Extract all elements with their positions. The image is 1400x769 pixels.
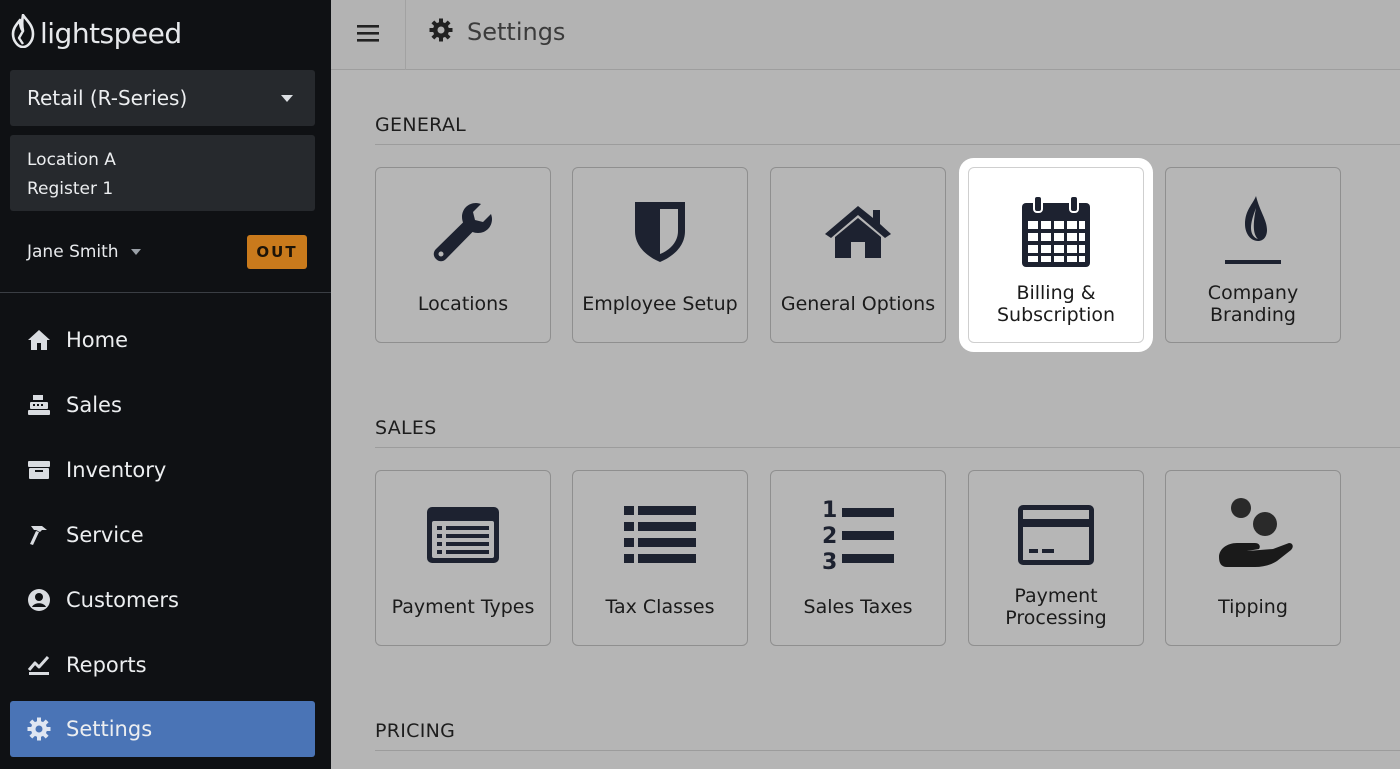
product-select[interactable]: Retail (R-Series) — [10, 70, 315, 126]
page-title-text: Settings — [467, 18, 566, 46]
section-divider — [375, 750, 1400, 751]
sidebar-item-label: Reports — [66, 653, 147, 677]
tile-payment-processing[interactable]: Payment Processing — [968, 470, 1144, 646]
sidebar-item-customers[interactable]: Customers — [10, 572, 315, 628]
tile-billing-subscription[interactable]: Billing & Subscription — [968, 167, 1144, 343]
shield-icon — [573, 194, 747, 270]
section-title-pricing: PRICING — [375, 720, 456, 742]
sidebar-item-reports[interactable]: Reports — [10, 637, 315, 693]
tile-tax-classes[interactable]: Tax Classes — [572, 470, 748, 646]
cash-register-icon — [26, 392, 52, 418]
tile-label: Company Branding — [1166, 280, 1340, 328]
svg-text:3: 3 — [822, 550, 837, 573]
tile-label: Payment Processing — [969, 583, 1143, 631]
menu-toggle-button[interactable] — [331, 0, 406, 70]
register-name: Register 1 — [27, 179, 114, 199]
sidebar-item-label: Service — [66, 523, 144, 547]
tile-locations[interactable]: Locations — [375, 167, 551, 343]
section-divider — [375, 447, 1400, 448]
logo-text: lightspeed — [40, 16, 182, 50]
chevron-down-icon — [281, 95, 293, 102]
svg-text:2: 2 — [822, 524, 837, 549]
list-icon — [573, 497, 747, 573]
tile-label-line2: Subscription — [996, 304, 1116, 326]
section-divider — [375, 144, 1400, 145]
flame-logo-icon — [10, 13, 36, 52]
tile-tipping[interactable]: Tipping — [1165, 470, 1341, 646]
location-name: Location A — [27, 150, 116, 170]
gear-icon — [26, 716, 52, 742]
tile-label: Tax Classes — [605, 596, 715, 618]
tile-general-options[interactable]: General Options — [770, 167, 946, 343]
caret-down-icon — [130, 249, 141, 255]
user-circle-icon — [26, 587, 52, 613]
tile-label: Sales Taxes — [803, 596, 913, 618]
page-title: Settings — [429, 0, 565, 64]
numbered-list-icon: 1 2 3 — [771, 497, 945, 573]
sidebar-divider — [0, 292, 331, 293]
svg-text:1: 1 — [822, 498, 837, 523]
section-title-general: GENERAL — [375, 114, 467, 136]
archive-box-icon — [26, 457, 52, 483]
tile-label-line2: Branding — [1210, 304, 1296, 326]
sidebar: lightspeed Retail (R-Series) Location A … — [0, 0, 331, 769]
sidebar-item-label: Inventory — [66, 458, 167, 482]
tile-label: Tipping — [1218, 596, 1288, 618]
section-title-sales: SALES — [375, 417, 437, 439]
top-bar: Settings — [331, 0, 1400, 70]
tile-label-line1: Billing & — [1016, 282, 1096, 304]
tile-label: Employee Setup — [582, 293, 738, 315]
tile-label: Locations — [417, 293, 509, 315]
user-menu[interactable]: Jane Smith OUT — [27, 234, 307, 270]
clock-status-badge[interactable]: OUT — [247, 235, 307, 269]
tile-label: Billing & Subscription — [969, 280, 1143, 328]
tile-payment-types[interactable]: Payment Types — [375, 470, 551, 646]
register-selector[interactable]: Location A Register 1 — [10, 135, 315, 211]
sidebar-item-service[interactable]: Service — [10, 507, 315, 563]
tile-company-branding[interactable]: Company Branding — [1165, 167, 1341, 343]
wrench-icon — [376, 194, 550, 270]
house-icon — [771, 194, 945, 270]
tile-label-line1: Payment — [1014, 585, 1098, 607]
product-select-value: Retail (R-Series) — [27, 86, 188, 110]
lightspeed-logo[interactable]: lightspeed — [10, 13, 182, 53]
sidebar-item-label: Sales — [66, 393, 122, 417]
gear-icon — [429, 18, 453, 46]
tile-label: General Options — [780, 293, 936, 315]
hammer-icon — [26, 522, 52, 548]
tile-label: Payment Types — [391, 596, 535, 618]
chart-line-icon — [26, 652, 52, 678]
sidebar-item-label: Settings — [66, 717, 153, 741]
credit-card-icon — [969, 497, 1143, 573]
flame-icon — [1166, 194, 1340, 270]
sidebar-item-sales[interactable]: Sales — [10, 377, 315, 433]
sidebar-item-label: Customers — [66, 588, 179, 612]
hand-coins-icon — [1166, 497, 1340, 573]
sidebar-item-settings[interactable]: Settings — [10, 701, 315, 757]
tile-label-line2: Processing — [1005, 607, 1107, 629]
tile-employee-setup[interactable]: Employee Setup — [572, 167, 748, 343]
home-icon — [26, 327, 52, 353]
user-name: Jane Smith — [27, 242, 119, 262]
tile-sales-taxes[interactable]: 1 2 3 Sales Taxes — [770, 470, 946, 646]
sidebar-item-home[interactable]: Home — [10, 312, 315, 368]
list-card-icon — [376, 497, 550, 573]
sidebar-item-label: Home — [66, 328, 129, 352]
sidebar-item-inventory[interactable]: Inventory — [10, 442, 315, 498]
hamburger-icon — [356, 23, 380, 47]
tile-label-line1: Company — [1207, 282, 1299, 304]
calendar-icon — [969, 194, 1143, 270]
